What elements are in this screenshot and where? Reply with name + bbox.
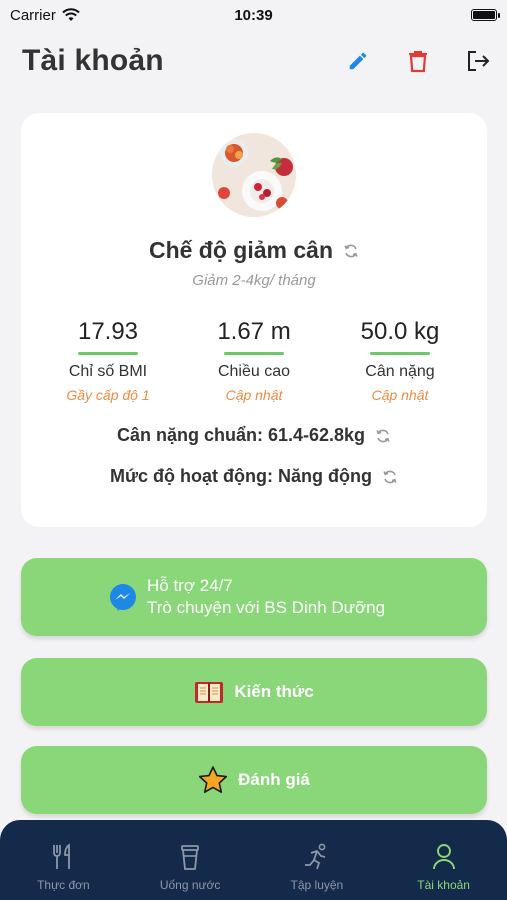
- tab-account[interactable]: Tài khoản: [389, 842, 499, 892]
- utensils-icon: [51, 842, 75, 872]
- logout-icon: [468, 51, 490, 71]
- refresh-icon: [376, 429, 390, 442]
- tab-label: Uống nước: [159, 878, 221, 892]
- bmi-category-link[interactable]: Gầy cấp độ 1: [66, 387, 149, 403]
- battery-icon: [471, 9, 500, 21]
- stat-label: Chỉ số BMI: [68, 363, 148, 380]
- wifi-icon: [62, 8, 80, 21]
- stat-value: 17.93: [77, 318, 139, 345]
- ideal-weight-text: Cân nặng chuẩn: 61.4-62.8kg: [116, 425, 366, 445]
- header-actions: [345, 48, 491, 74]
- status-bar: Carrier 10:39: [0, 0, 507, 30]
- trash-icon: [409, 51, 427, 73]
- update-weight-link[interactable]: Cập nhật: [372, 387, 429, 403]
- diet-title: Chế độ giảm cân: [148, 237, 334, 263]
- change-activity-button[interactable]: [382, 469, 398, 485]
- stat-height: 1.67 m Chiều cao Cập nhật: [184, 318, 324, 403]
- stat-value: 50.0 kg: [360, 318, 440, 345]
- knowledge-label: Kiến thức: [234, 682, 314, 701]
- rate-button[interactable]: Đánh giá: [21, 746, 487, 814]
- profile-card: Chế độ giảm cân Giảm 2-4kg/ tháng 17.93 …: [21, 113, 487, 527]
- activity-level-text: Mức độ hoạt động: Năng động: [110, 466, 372, 486]
- stat-value: 1.67 m: [217, 318, 291, 345]
- tab-label: Thực đơn: [37, 878, 90, 892]
- messenger-icon: [110, 584, 136, 611]
- cup-icon: [179, 842, 201, 872]
- rate-label: Đánh giá: [238, 770, 310, 789]
- stat-label: Chiều cao: [217, 363, 291, 380]
- stats-row: 17.93 Chỉ số BMI Gầy cấp độ 1 1.67 m Chi…: [21, 318, 487, 403]
- tab-label: Tài khoản: [417, 878, 470, 892]
- diet-subtitle: Giảm 2-4kg/ tháng: [192, 272, 316, 289]
- support-chat-button[interactable]: Hỗ trợ 24/7 Trò chuyện với BS Dinh Dưỡng: [21, 558, 487, 636]
- stat-underline: [224, 352, 284, 355]
- support-text: Hỗ trợ 24/7 Trò chuyện với BS Dinh Dưỡng: [147, 575, 385, 619]
- diet-row: Chế độ giảm cân: [21, 237, 487, 264]
- pencil-icon: [349, 52, 367, 70]
- support-title: Hỗ trợ 24/7: [147, 576, 233, 595]
- stat-underline: [78, 352, 138, 355]
- refresh-icon: [344, 244, 358, 257]
- logout-button[interactable]: [465, 48, 491, 74]
- page-title: Tài khoản: [22, 44, 164, 77]
- status-left: Carrier: [10, 7, 80, 24]
- knowledge-button[interactable]: Kiến thức: [21, 658, 487, 726]
- bottom-tab-bar: Thực đơn Uống nước Tập luyện Tài khoản: [0, 820, 507, 900]
- stat-underline: [370, 352, 430, 355]
- delete-button[interactable]: [405, 48, 431, 74]
- refresh-ideal-weight-button[interactable]: [375, 428, 391, 444]
- diet-avatar-image: [212, 133, 296, 217]
- change-diet-button[interactable]: [343, 243, 359, 259]
- book-icon: [195, 682, 224, 703]
- update-height-link[interactable]: Cập nhật: [226, 387, 283, 403]
- refresh-icon: [383, 470, 397, 483]
- support-subtitle: Trò chuyện với BS Dinh Dưỡng: [147, 598, 386, 617]
- header: Tài khoản: [22, 38, 491, 84]
- tab-menu[interactable]: Thực đơn: [8, 842, 118, 892]
- stat-label: Cân nặng: [365, 363, 435, 380]
- tab-workout[interactable]: Tập luyện: [262, 842, 372, 892]
- stat-weight: 50.0 kg Cân nặng Cập nhật: [330, 318, 470, 403]
- edit-button[interactable]: [345, 48, 371, 74]
- tab-label: Tập luyện: [290, 878, 344, 892]
- tab-water[interactable]: Uống nước: [135, 842, 245, 892]
- carrier-label: Carrier: [10, 6, 56, 24]
- star-icon: [198, 766, 228, 793]
- activity-level-row: Mức độ hoạt động: Năng động: [21, 466, 487, 487]
- runner-icon: [303, 842, 331, 872]
- person-icon: [432, 842, 456, 872]
- ideal-weight-row: Cân nặng chuẩn: 61.4-62.8kg: [21, 425, 487, 446]
- stat-bmi: 17.93 Chỉ số BMI Gầy cấp độ 1: [38, 318, 178, 403]
